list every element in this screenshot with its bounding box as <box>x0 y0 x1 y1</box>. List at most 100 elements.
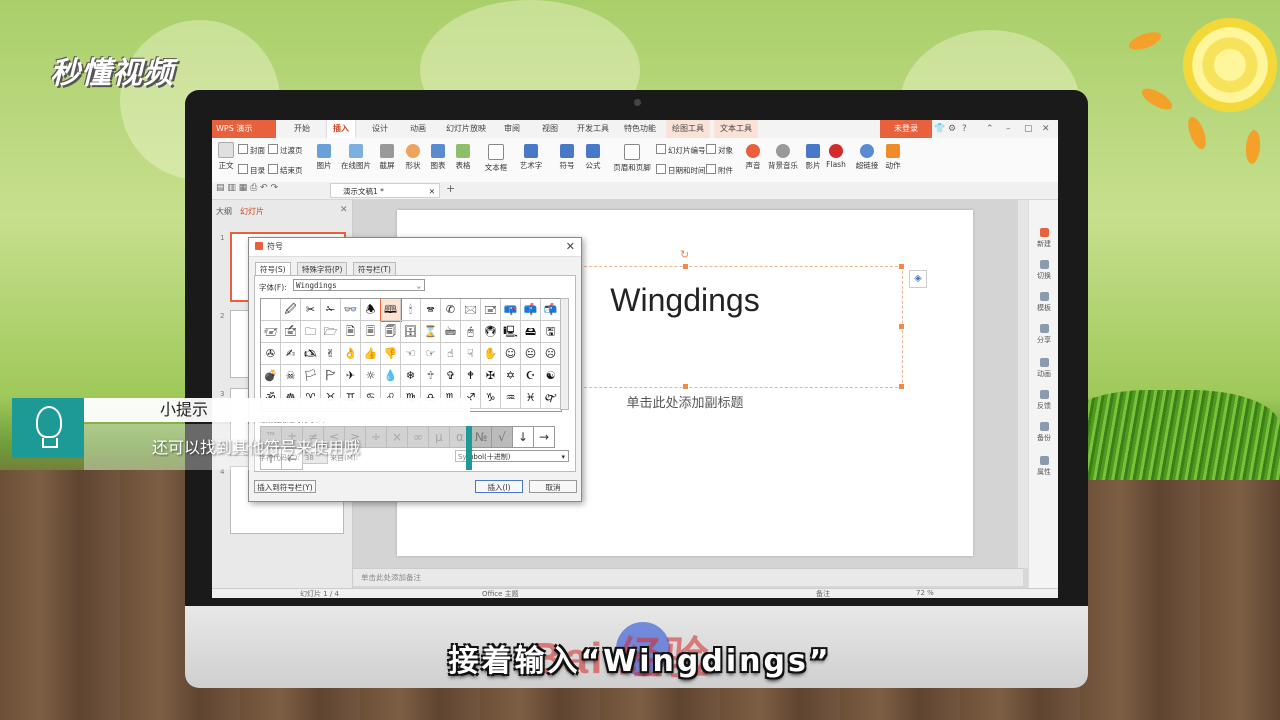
tab-features[interactable]: 特色功能 <box>624 120 656 138</box>
body-slide-button[interactable]: 正文 <box>216 142 236 171</box>
rightbar-switch[interactable]: 切换 <box>1029 260 1058 281</box>
settings-icon[interactable]: ⚙ <box>948 120 956 138</box>
symbol-cell[interactable]: ❄ <box>401 365 421 387</box>
symbol-cell[interactable]: ☹ <box>541 343 561 365</box>
rightbar-properties[interactable]: 属性 <box>1029 456 1058 477</box>
tab-review[interactable]: 审阅 <box>504 120 520 138</box>
symbol-cell[interactable]: 👌 <box>341 343 361 365</box>
shape-button[interactable]: 形状 <box>402 144 424 171</box>
tab-animation[interactable]: 动画 <box>410 120 426 138</box>
movie-button[interactable]: 影片 <box>802 144 824 171</box>
picture-button[interactable]: 图片 <box>312 144 336 171</box>
recent-symbol-cell[interactable]: № <box>470 426 492 448</box>
cancel-button[interactable]: 取消 <box>529 480 577 493</box>
header-footer-button[interactable]: 页眉和页脚 <box>612 144 652 173</box>
wordart-button[interactable]: 艺术字 <box>516 144 546 171</box>
symbol-cell[interactable]: 🖅 <box>261 321 281 343</box>
font-select[interactable]: Wingdings ⌄ <box>293 279 425 291</box>
action-button[interactable]: 动作 <box>882 144 904 171</box>
symbol-cell[interactable]: 👎 <box>381 343 401 365</box>
symbol-cell[interactable]: ♓ <box>521 387 541 409</box>
skin-icon[interactable]: 👕 <box>934 120 945 138</box>
symbol-cell[interactable]: 📪 <box>501 299 521 321</box>
symbol-cell[interactable]: 👍 <box>361 343 381 365</box>
symbol-cell[interactable]: ✂ <box>301 299 321 321</box>
end-page-button[interactable]: 结束页 <box>268 164 303 176</box>
cover-button[interactable]: 封面 <box>238 144 265 156</box>
tab-home[interactable]: 开始 <box>294 120 310 138</box>
maximize-icon[interactable]: ▢ <box>1024 120 1033 138</box>
symbol-cell[interactable]: ☟ <box>461 343 481 365</box>
close-icon[interactable]: ✕ <box>1042 120 1050 138</box>
symbol-cell[interactable]: ✍ <box>281 343 301 365</box>
symbol-cell[interactable]: 🖉 <box>281 299 301 321</box>
symbol-cell[interactable]: 🗄 <box>401 321 421 343</box>
tab-slideshow[interactable]: 幻灯片放映 <box>446 120 486 138</box>
insert-button[interactable]: 插入(I) <box>475 480 523 493</box>
symbol-cell[interactable]: ✠ <box>481 365 501 387</box>
resize-handle[interactable] <box>683 384 688 389</box>
notes-area[interactable]: 单击此处添加备注 <box>353 568 1023 586</box>
symbol-cell[interactable]: 🖃 <box>481 299 501 321</box>
resize-handle[interactable] <box>899 264 904 269</box>
symbol-cell[interactable]: 🖎 <box>301 343 321 365</box>
symbol-cell[interactable]: ✈ <box>341 365 361 387</box>
symbol-cell[interactable]: ✡ <box>501 365 521 387</box>
tab-symbols[interactable]: 符号(S) <box>255 262 291 276</box>
symbol-cell[interactable]: 🖆 <box>281 321 301 343</box>
symbol-cell[interactable]: 🗐 <box>381 321 401 343</box>
symbol-cell[interactable]: 🖂 <box>461 299 481 321</box>
symbol-cell[interactable]: 🗎 <box>341 321 361 343</box>
background-music-button[interactable]: 背景音乐 <box>766 144 800 171</box>
app-menu-button[interactable]: WPS 演示 <box>212 120 276 138</box>
symbol-cell[interactable]: 🕭 <box>361 299 381 321</box>
tab-symbol-bar[interactable]: 符号栏(T) <box>353 262 396 276</box>
symbol-cell[interactable]: 🖲 <box>481 321 501 343</box>
tab-slides[interactable]: 幻灯片 <box>240 206 264 217</box>
rightbar-animation[interactable]: 动画 <box>1029 358 1058 379</box>
symbol-cell[interactable]: ☯ <box>541 365 561 387</box>
from-select[interactable]: Symbol(十进制) ▾ <box>455 450 569 462</box>
symbol-cell[interactable]: 🕈 <box>461 365 481 387</box>
recent-symbol-cell[interactable]: → <box>533 426 555 448</box>
tab-design[interactable]: 设计 <box>372 120 388 138</box>
rotate-handle-icon[interactable]: ↻ <box>680 248 689 261</box>
tab-outline[interactable]: 大纲 <box>216 206 232 217</box>
symbol-cell[interactable]: 💣 <box>261 365 281 387</box>
symbol-cell[interactable]: ✌ <box>321 343 341 365</box>
close-tab-icon[interactable]: ✕ <box>429 184 435 199</box>
tab-view[interactable]: 视图 <box>542 120 558 138</box>
attachment-button[interactable]: 附件 <box>706 164 733 176</box>
resize-handle[interactable] <box>899 384 904 389</box>
symbol-cell[interactable]: ☞ <box>421 343 441 365</box>
object-button[interactable]: 对象 <box>706 144 733 156</box>
date-time-button[interactable]: 日期和时间 <box>656 164 706 176</box>
rightbar-backup[interactable]: 备份 <box>1029 422 1058 443</box>
symbol-button[interactable]: 符号 <box>556 144 578 171</box>
symbol-cell[interactable]: 😐 <box>521 343 541 365</box>
textbox-button[interactable]: 文本框 <box>482 144 510 173</box>
online-picture-button[interactable]: 在线图片 <box>338 144 374 171</box>
notes-toggle[interactable]: 备注 <box>816 589 830 598</box>
new-tab-icon[interactable]: + <box>446 182 455 195</box>
resize-handle[interactable] <box>683 264 688 269</box>
symbol-cell[interactable]: ✆ <box>441 299 461 321</box>
symbol-cell[interactable]: 🗏 <box>361 321 381 343</box>
help-icon[interactable]: ? <box>962 120 967 138</box>
symbol-cell[interactable]: 🖳 <box>501 321 521 343</box>
zoom-level[interactable]: 72 % <box>916 589 934 597</box>
resize-handle[interactable] <box>899 324 904 329</box>
tab-insert[interactable]: 插入 <box>326 120 356 138</box>
document-tab[interactable]: 演示文稿1 * ✕ <box>330 183 440 198</box>
slide-number-button[interactable]: 幻灯片编号 <box>656 144 706 156</box>
symbol-cell[interactable]: ☜ <box>401 343 421 365</box>
rightbar-share[interactable]: 分享 <box>1029 324 1058 345</box>
restore-ribbon-icon[interactable]: ⌃ <box>986 120 994 138</box>
close-icon[interactable]: ✕ <box>566 238 575 256</box>
symbol-cell[interactable]: 💧 <box>381 365 401 387</box>
rightbar-template[interactable]: 模板 <box>1029 292 1058 313</box>
symbol-cell[interactable]: 🗀 <box>301 321 321 343</box>
formula-button[interactable]: 公式 <box>582 144 604 171</box>
symbol-cell[interactable]: 🕯 <box>401 299 421 321</box>
symbol-cell[interactable]: 🕮 <box>380 299 402 322</box>
